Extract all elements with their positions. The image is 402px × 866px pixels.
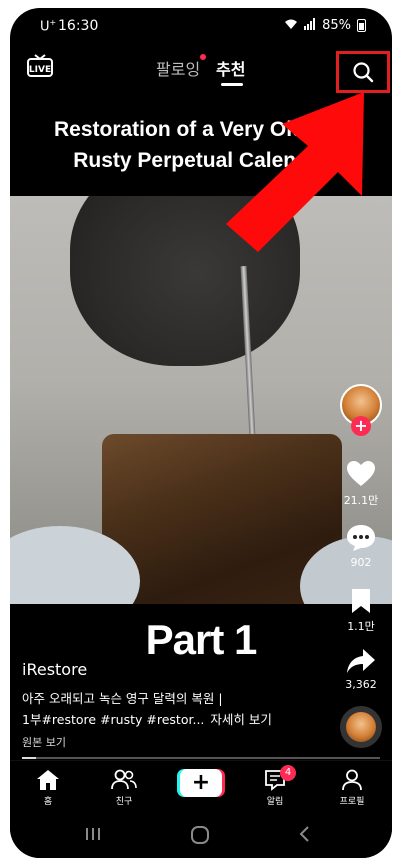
bookmark-icon: [352, 589, 370, 613]
back-icon: [299, 826, 309, 842]
video-progress[interactable]: [22, 757, 380, 759]
overlay-text: Part 1: [145, 616, 258, 663]
music-disc-cover: [346, 712, 376, 742]
tab-profile-label: 프로필: [339, 797, 365, 807]
author-name[interactable]: iRestore: [22, 660, 87, 679]
video-player[interactable]: [10, 196, 392, 604]
following-dot: [200, 54, 206, 60]
tab-following[interactable]: 팔로잉: [156, 56, 200, 80]
share-icon: [347, 649, 375, 673]
like-button[interactable]: 21.1만: [338, 460, 384, 508]
battery-icon: [357, 19, 366, 32]
heart-icon: [347, 461, 375, 486]
home-icon: [37, 770, 59, 790]
caption-line2: 1부#restore #rusty #restor...: [22, 712, 205, 727]
bottom-tab-bar: 홈 친구 + 4 알림 프로필: [10, 760, 392, 812]
caption[interactable]: 아주 오래되고 녹슨 영구 달력의 복원 | 1부#restore #rusty…: [22, 688, 332, 730]
recent-apps-icon: [86, 828, 100, 840]
video-progress-fill: [22, 757, 37, 759]
tab-home[interactable]: 홈: [18, 769, 78, 807]
original-sound[interactable]: 원본 보기: [22, 734, 66, 750]
like-count: 21.1만: [343, 494, 379, 507]
caption-line1: 아주 오래되고 녹슨 영구 달력의 복원 |: [22, 691, 223, 706]
annotation-arrow: [226, 92, 364, 252]
comment-icon: [347, 525, 375, 551]
home-system-button[interactable]: [190, 826, 210, 848]
share-button[interactable]: 3,362: [338, 648, 384, 691]
create-button[interactable]: +: [180, 769, 222, 797]
system-nav-bar: [10, 814, 392, 858]
battery-percent: 85%: [322, 18, 351, 33]
live-icon[interactable]: LIVE: [26, 54, 54, 78]
status-bar: U+ 16:30 85%: [10, 8, 392, 44]
tab-friends[interactable]: 친구: [94, 769, 154, 807]
wifi-icon: [284, 18, 298, 33]
carrier: U+: [40, 18, 57, 35]
status-right: 85%: [284, 18, 366, 33]
comment-button[interactable]: 902: [338, 524, 384, 569]
recent-apps-button[interactable]: [84, 826, 102, 846]
svg-text:LIVE: LIVE: [29, 65, 51, 75]
tab-friends-label: 친구: [115, 797, 133, 807]
follow-button[interactable]: +: [351, 416, 371, 436]
tab-home-label: 홈: [43, 797, 53, 807]
tab-inbox[interactable]: 4 알림: [245, 765, 305, 807]
see-more-link[interactable]: 자세히 보기: [210, 712, 271, 727]
friends-icon: [111, 769, 137, 790]
save-button[interactable]: 1.1만: [338, 588, 384, 634]
back-button[interactable]: [298, 826, 310, 846]
inbox-badge: 4: [280, 765, 296, 781]
share-count: 3,362: [345, 678, 377, 691]
home-circle-icon: [191, 826, 209, 844]
status-time: 16:30: [58, 18, 99, 34]
comment-count: 902: [350, 556, 372, 569]
tab-inbox-label: 알림: [266, 797, 284, 807]
tab-profile[interactable]: 프로필: [322, 769, 382, 807]
profile-icon: [342, 769, 362, 791]
save-count: 1.1만: [347, 620, 375, 633]
music-disc[interactable]: [340, 706, 382, 748]
signal-icon: [304, 18, 316, 33]
